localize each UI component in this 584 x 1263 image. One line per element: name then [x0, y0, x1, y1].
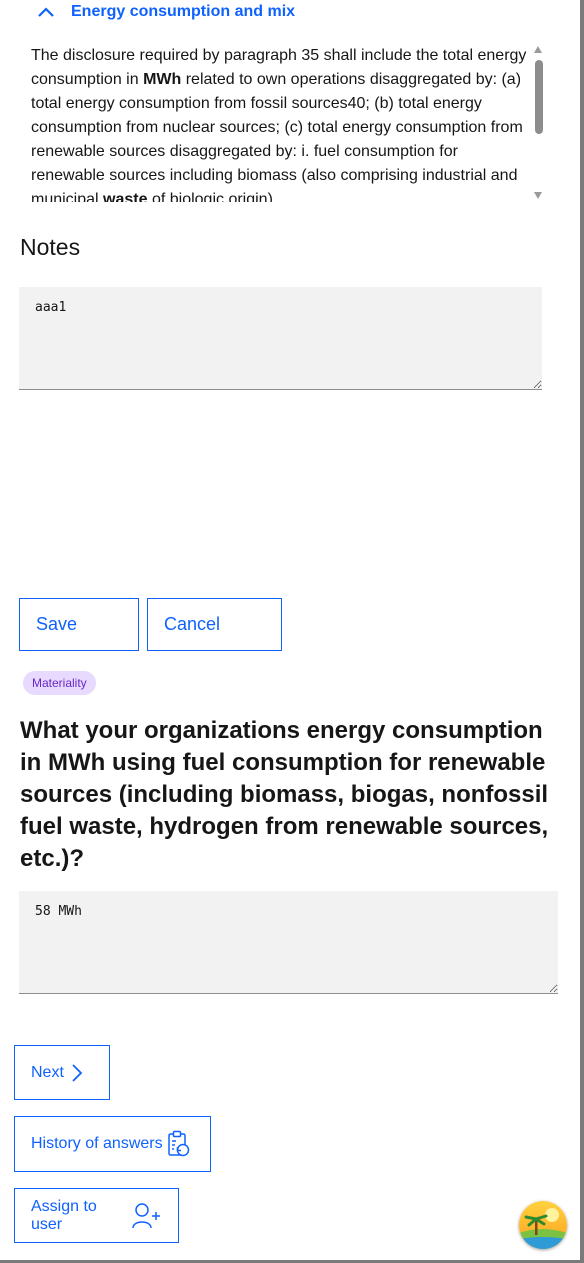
answer-textarea[interactable]: 58 MWh [19, 891, 558, 994]
user-avatar[interactable] [519, 1201, 567, 1249]
clipboard-history-icon [167, 1130, 191, 1158]
disclosure-text-part2: related to own operations disaggregated … [31, 71, 523, 202]
disclosure-paragraph: The disclosure required by paragraph 35 … [31, 44, 531, 202]
user-add-icon [132, 1202, 162, 1230]
history-button-label: History of answers [31, 1135, 163, 1152]
assign-button-label: Assign to user [31, 1197, 97, 1233]
disclosure-text-panel[interactable]: The disclosure required by paragraph 35 … [31, 44, 531, 202]
avatar-image [519, 1201, 567, 1249]
disclosure-scrollbar[interactable] [534, 46, 543, 202]
scroll-up-arrow-icon[interactable] [534, 46, 542, 53]
disclosure-text-waste: waste [103, 191, 148, 202]
window-frame-right [580, 0, 584, 1263]
cancel-button[interactable]: Cancel [147, 598, 282, 651]
accordion-header-energy-consumption[interactable]: Energy consumption and mix [36, 0, 295, 24]
disclosure-text-mwh: MWh [143, 71, 182, 88]
chevron-up-icon[interactable] [36, 2, 56, 22]
assign-to-user-button[interactable]: Assign to user [14, 1188, 179, 1243]
notes-label: Notes [20, 234, 81, 260]
materiality-tag: Materiality [23, 671, 96, 695]
disclosure-text-part3: of biologic origin) [147, 191, 273, 202]
accordion-title: Energy consumption and mix [71, 3, 296, 20]
next-button-label: Next [31, 1063, 64, 1081]
scrollbar-thumb[interactable] [534, 60, 543, 134]
save-button[interactable]: Save [19, 598, 139, 651]
notes-textarea[interactable]: aaa1 [19, 287, 542, 390]
scroll-down-arrow-icon[interactable] [534, 192, 542, 199]
question-heading: What your organizations energy consumpti… [20, 717, 549, 872]
chevron-right-icon [70, 1063, 84, 1083]
history-of-answers-button[interactable]: History of answers [14, 1116, 211, 1172]
next-button[interactable]: Next [14, 1045, 110, 1100]
